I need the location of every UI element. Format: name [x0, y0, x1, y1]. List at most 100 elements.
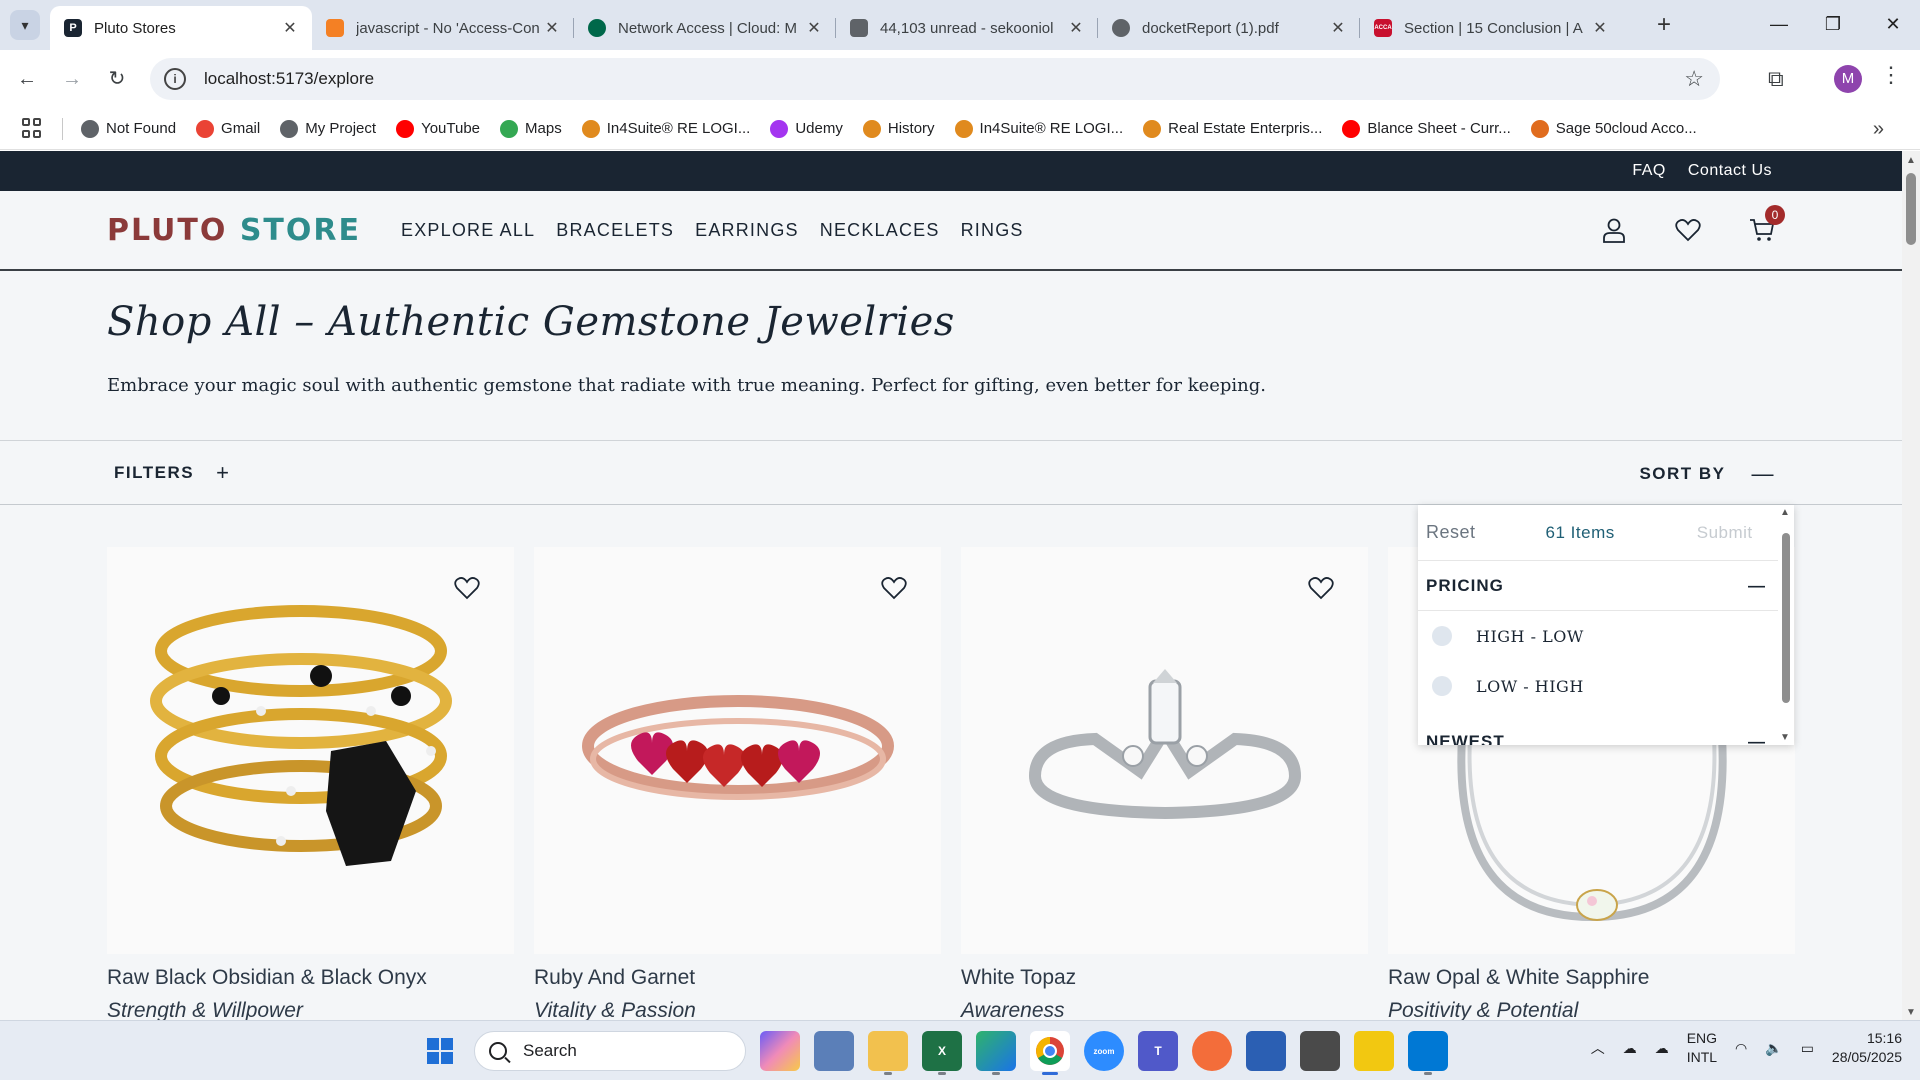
tab-pluto-stores[interactable]: P Pluto Stores ✕ — [50, 6, 312, 50]
tab-close-icon[interactable]: ✕ — [1590, 18, 1610, 38]
product-card[interactable]: Ruby And Garnet Vitality & Passion — [534, 547, 941, 1020]
bookmark-item[interactable]: Gmail — [196, 119, 260, 138]
wishlist-heart-icon[interactable] — [881, 575, 907, 601]
bookmark-item[interactable]: Real Estate Enterpris... — [1143, 119, 1322, 138]
bookmark-item[interactable]: Not Found — [81, 119, 176, 138]
forward-arrow-icon[interactable]: → — [55, 62, 89, 96]
bookmark-item[interactable]: Udemy — [770, 119, 843, 138]
contact-link[interactable]: Contact Us — [1688, 162, 1772, 180]
edge-icon[interactable] — [976, 1031, 1016, 1075]
product-card[interactable]: White Topaz Awareness — [961, 547, 1368, 1020]
sort-option-high-low[interactable]: HIGH - LOW — [1418, 611, 1794, 661]
tab-stackoverflow[interactable]: javascript - No 'Access-Con ✕ — [312, 6, 574, 50]
language-indicator[interactable]: ENG INTL — [1687, 1029, 1717, 1067]
extensions-puzzle-icon[interactable]: ⧉ — [1768, 66, 1784, 92]
address-url[interactable]: localhost:5173/explore — [204, 69, 374, 89]
wishlist-heart-icon[interactable] — [1308, 575, 1334, 601]
tab-acca[interactable]: ACCA Section | 15 Conclusion | A ✕ — [1360, 6, 1622, 50]
address-bar[interactable]: i localhost:5173/explore ☆ — [150, 58, 1720, 100]
page-scrollbar[interactable]: ▲ ▼ — [1902, 151, 1920, 1020]
product-name[interactable]: Raw Opal & White Sapphire — [1388, 966, 1795, 990]
bookmark-item[interactable]: YouTube — [396, 119, 480, 138]
onedrive-business-icon[interactable]: ☁ — [1655, 1040, 1669, 1057]
sortby-toggle[interactable]: SORT BY — — [1639, 461, 1775, 487]
site-logo[interactable]: PLUTO STORE — [107, 213, 361, 248]
sort-option-low-high[interactable]: LOW - HIGH — [1418, 661, 1794, 711]
new-tab-button[interactable]: + — [1650, 12, 1678, 40]
product-image[interactable] — [961, 547, 1368, 954]
newest-section-toggle[interactable]: NEWEST — — [1418, 717, 1794, 745]
remote-desktop-icon[interactable] — [1246, 1031, 1286, 1071]
product-name[interactable]: White Topaz — [961, 966, 1368, 990]
wifi-icon[interactable]: ◠ — [1735, 1040, 1747, 1057]
sort-panel-scrollbar[interactable]: ▲ ▼ — [1778, 505, 1794, 745]
product-image[interactable] — [534, 547, 941, 954]
bookmark-item[interactable]: In4Suite® RE LOGI... — [954, 119, 1123, 138]
reset-button[interactable]: Reset — [1426, 522, 1476, 543]
filters-toggle[interactable]: FILTERS + — [114, 460, 230, 486]
volume-icon[interactable]: 🔈 — [1765, 1040, 1782, 1057]
tab-mongodb[interactable]: Network Access | Cloud: M ✕ — [574, 6, 836, 50]
bookmark-item[interactable]: Blance Sheet - Curr... — [1342, 119, 1511, 138]
nav-explore-all[interactable]: EXPLORE ALL — [401, 220, 535, 241]
tab-search-button[interactable]: ▾ — [10, 10, 40, 40]
teams-icon[interactable]: T — [1138, 1031, 1178, 1071]
profile-avatar[interactable]: M — [1834, 65, 1862, 93]
bookmark-item[interactable]: In4Suite® RE LOGI... — [581, 119, 750, 138]
submit-button[interactable]: Submit — [1697, 523, 1753, 543]
tab-close-icon[interactable]: ✕ — [542, 18, 562, 38]
nav-bracelets[interactable]: BRACELETS — [556, 220, 674, 241]
faq-link[interactable]: FAQ — [1632, 162, 1666, 180]
apps-grid-icon[interactable] — [22, 117, 44, 140]
back-arrow-icon[interactable]: ← — [10, 62, 44, 96]
windows-start-icon[interactable] — [420, 1031, 460, 1071]
excel-icon[interactable]: X — [922, 1031, 962, 1075]
chrome-icon[interactable] — [1030, 1031, 1070, 1075]
bookmark-item[interactable]: Sage 50cloud Acco... — [1530, 119, 1697, 138]
tab-close-icon[interactable]: ✕ — [1066, 18, 1086, 38]
calculator-icon[interactable] — [1300, 1031, 1340, 1071]
product-card[interactable]: Raw Black Obsidian & Black Onyx Strength… — [107, 547, 514, 1020]
tab-mail[interactable]: 44,103 unread - sekooniol ✕ — [836, 6, 1098, 50]
power-bi-icon[interactable] — [1354, 1031, 1394, 1071]
bookmark-item[interactable]: My Project — [280, 119, 376, 138]
reload-icon[interactable]: ↻ — [100, 62, 134, 96]
tab-docket-pdf[interactable]: docketReport (1).pdf ✕ — [1098, 6, 1360, 50]
cart-icon[interactable]: 0 — [1747, 205, 1785, 245]
minimize-button[interactable]: — — [1752, 8, 1806, 40]
more-bookmarks-icon[interactable]: » — [1873, 118, 1884, 141]
postman-icon[interactable] — [1192, 1031, 1232, 1071]
copilot-icon[interactable] — [760, 1031, 800, 1071]
onedrive-icon[interactable]: ☁ — [1623, 1040, 1637, 1057]
file-explorer-icon[interactable] — [868, 1031, 908, 1075]
scroll-thumb[interactable] — [1782, 533, 1790, 703]
product-name[interactable]: Raw Black Obsidian & Black Onyx — [107, 966, 514, 990]
scroll-up-icon[interactable]: ▲ — [1780, 507, 1790, 518]
wishlist-heart-icon[interactable] — [454, 575, 480, 601]
bookmark-item[interactable]: Maps — [500, 119, 562, 138]
taskbar-search[interactable]: Search — [474, 1031, 746, 1071]
close-window-button[interactable]: ✕ — [1866, 8, 1920, 40]
task-view-icon[interactable] — [814, 1031, 854, 1071]
chevron-up-icon[interactable]: ︿ — [1591, 1038, 1605, 1058]
tab-close-icon[interactable]: ✕ — [280, 18, 300, 38]
wishlist-heart-icon[interactable] — [1673, 215, 1703, 245]
bookmark-item[interactable]: History — [862, 119, 935, 138]
nav-necklaces[interactable]: NECKLACES — [820, 220, 940, 241]
zoom-icon[interactable]: zoom — [1084, 1031, 1124, 1071]
nav-rings[interactable]: RINGS — [961, 220, 1024, 241]
pricing-section-toggle[interactable]: PRICING — — [1418, 561, 1794, 611]
scroll-thumb[interactable] — [1906, 173, 1916, 245]
scroll-down-icon[interactable]: ▼ — [1780, 732, 1790, 743]
tab-close-icon[interactable]: ✕ — [1328, 18, 1348, 38]
battery-icon[interactable]: ▭ — [1801, 1040, 1814, 1057]
restore-button[interactable]: ❐ — [1806, 8, 1860, 40]
product-name[interactable]: Ruby And Garnet — [534, 966, 941, 990]
site-info-icon[interactable]: i — [164, 68, 186, 90]
bookmark-star-icon[interactable]: ☆ — [1684, 66, 1704, 92]
scroll-down-icon[interactable]: ▼ — [1906, 1007, 1916, 1018]
product-image[interactable] — [107, 547, 514, 954]
nav-earrings[interactable]: EARRINGS — [695, 220, 799, 241]
scroll-up-icon[interactable]: ▲ — [1906, 155, 1916, 166]
vscode-icon[interactable] — [1408, 1031, 1448, 1075]
